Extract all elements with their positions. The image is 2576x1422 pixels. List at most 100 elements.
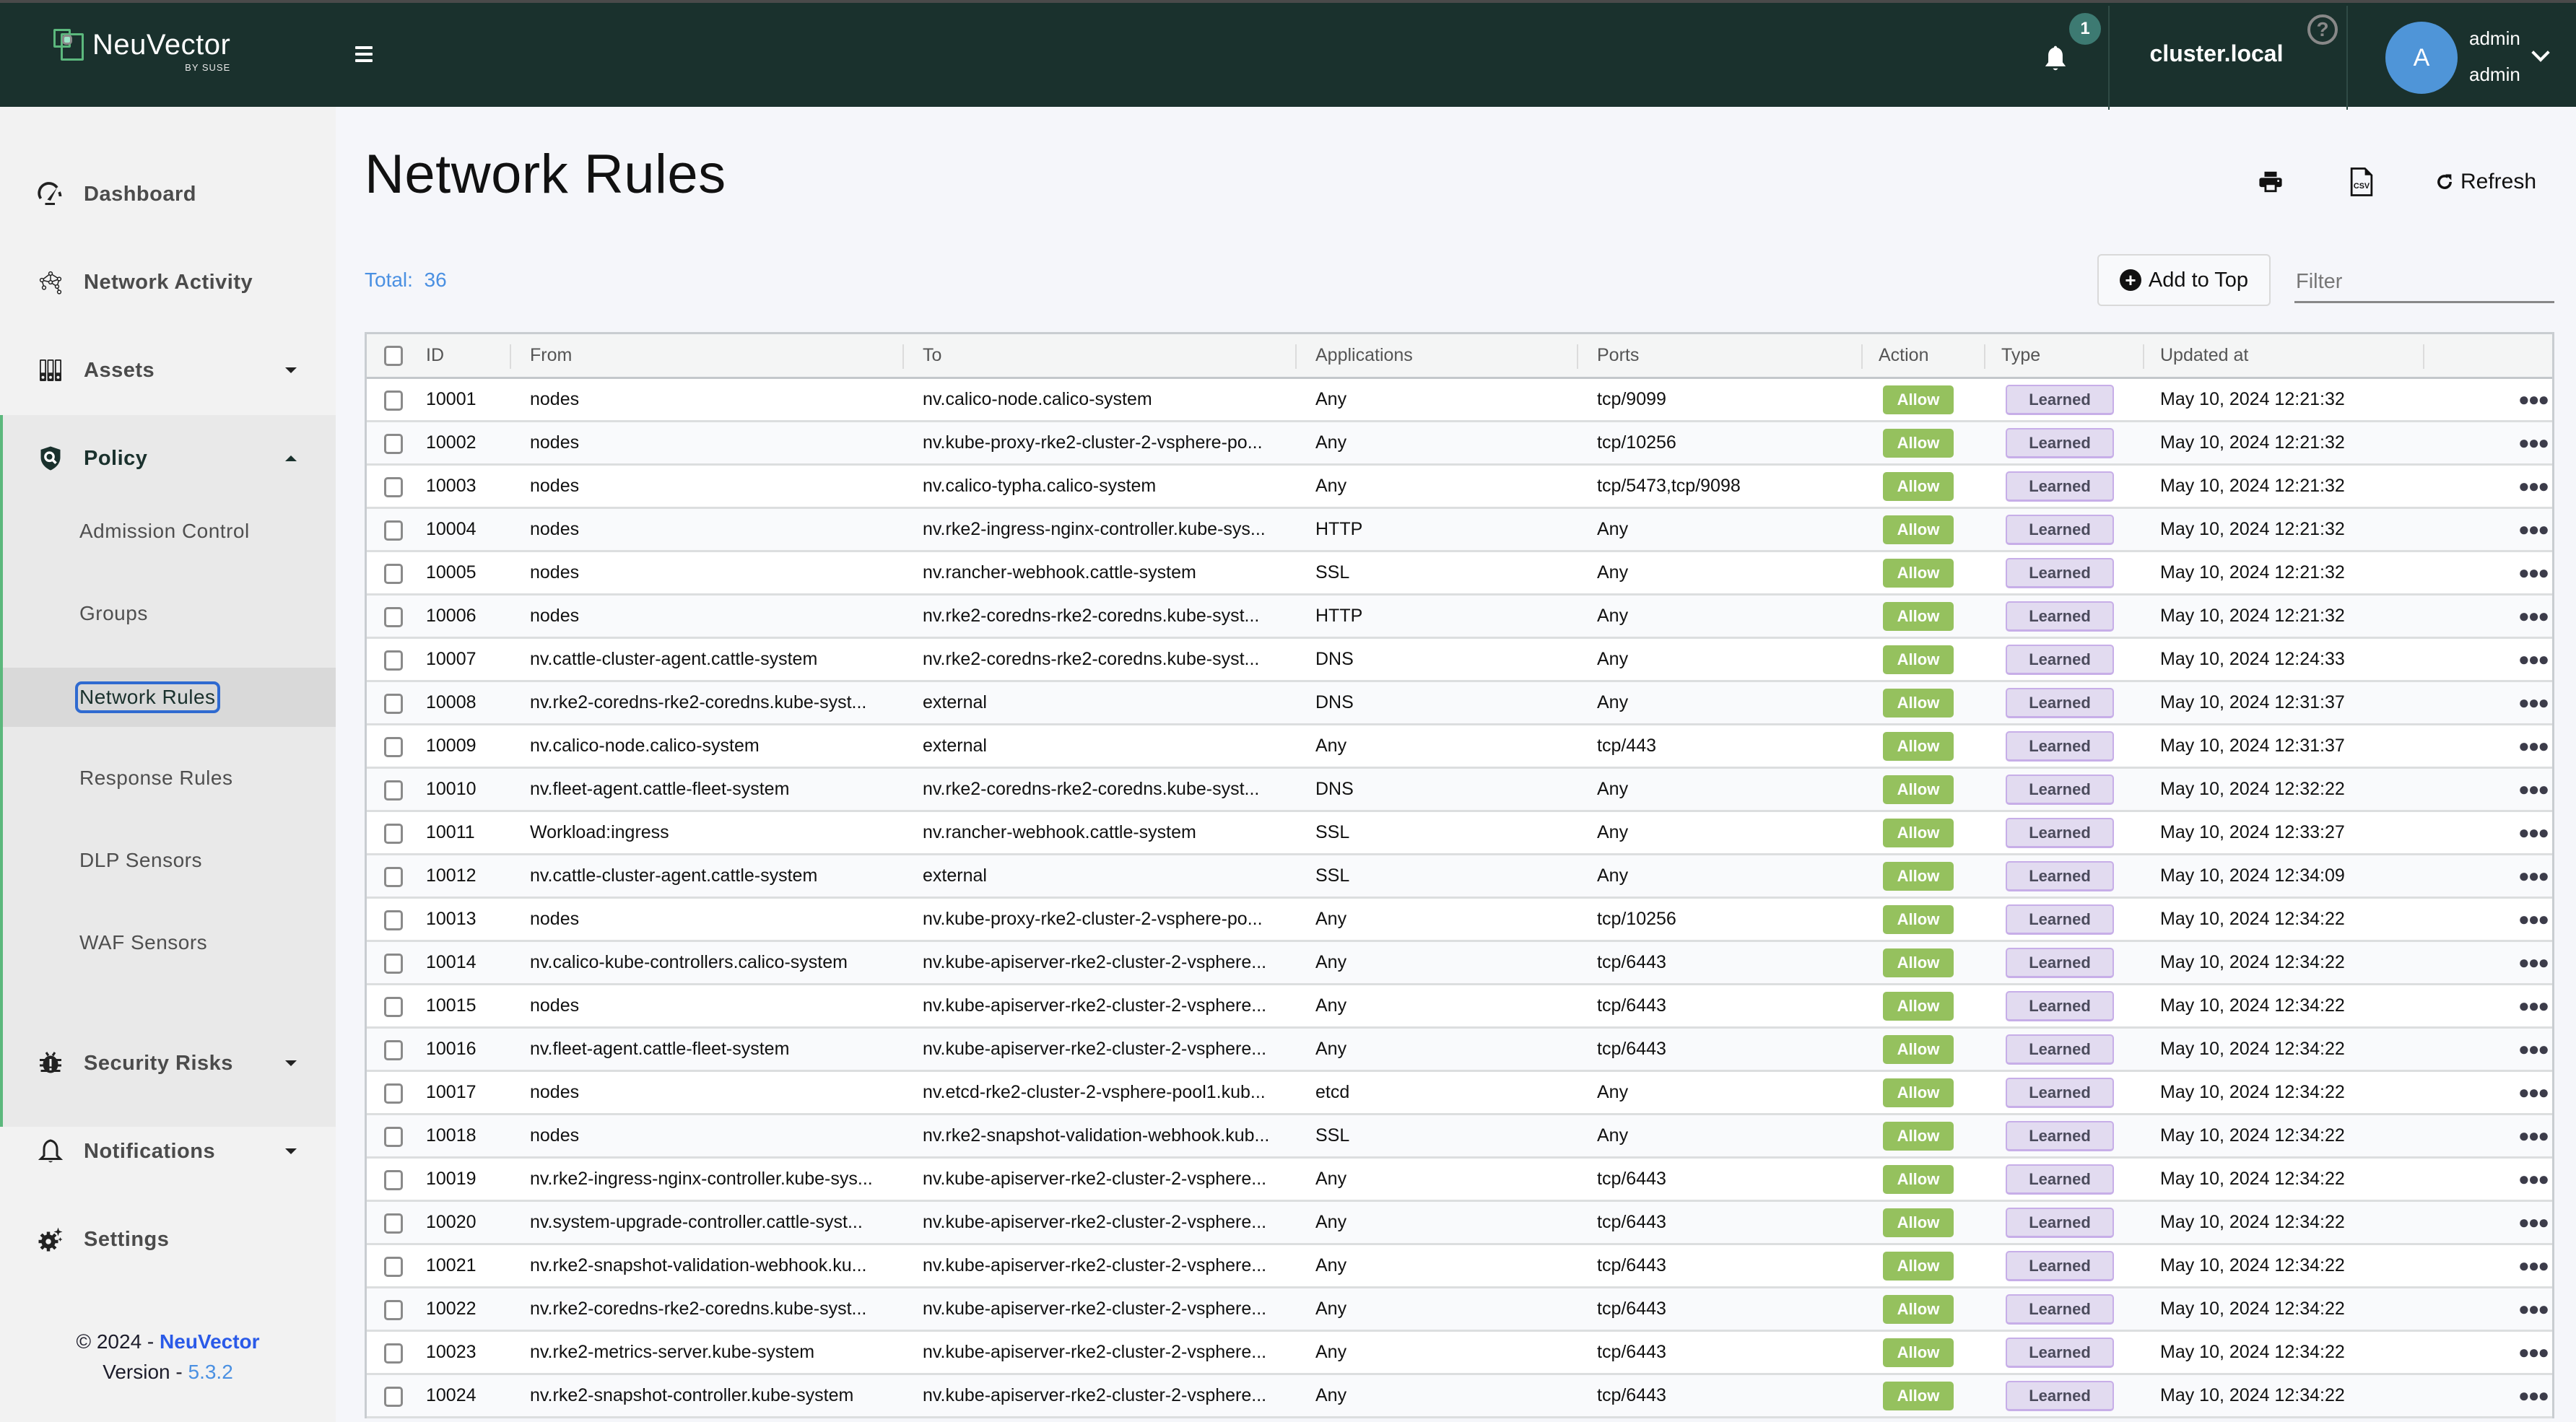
row-more-actions-icon[interactable]: ●●●	[2518, 780, 2549, 798]
row-checkbox[interactable]	[384, 391, 403, 411]
row-checkbox[interactable]	[384, 1040, 403, 1060]
row-checkbox[interactable]	[384, 997, 403, 1017]
version-link[interactable]: 5.3.2	[188, 1361, 233, 1383]
row-checkbox[interactable]	[384, 1213, 403, 1234]
table-row[interactable]: 10012 nv.cattle-cluster-agent.cattle-syst…	[367, 855, 2552, 899]
row-more-actions-icon[interactable]: ●●●	[2518, 650, 2549, 668]
row-checkbox[interactable]	[384, 910, 403, 930]
row-checkbox[interactable]	[384, 564, 403, 584]
column-header-to[interactable]: To	[923, 334, 941, 377]
row-more-actions-icon[interactable]: ●●●	[2518, 1213, 2549, 1231]
sidebar-subitem-network-rules[interactable]: Network Rules	[3, 668, 336, 727]
sidebar-item-dashboard[interactable]: Dashboard	[0, 158, 336, 230]
export-csv-button[interactable]: CSV	[2349, 165, 2374, 199]
row-checkbox[interactable]	[384, 607, 403, 627]
column-header-type[interactable]: Type	[2001, 334, 2040, 377]
row-more-actions-icon[interactable]: ●●●	[2518, 996, 2549, 1015]
hamburger-menu-icon[interactable]	[355, 46, 373, 62]
row-more-actions-icon[interactable]: ●●●	[2518, 823, 2549, 842]
row-checkbox[interactable]	[384, 1300, 403, 1320]
table-row[interactable]: 10015 nodes nv.kube-apiserver-rke2-cluster…	[367, 985, 2552, 1029]
row-more-actions-icon[interactable]: ●●●	[2518, 1126, 2549, 1145]
row-checkbox[interactable]	[384, 1127, 403, 1147]
notification-count-badge[interactable]: 1	[2069, 13, 2101, 45]
print-button[interactable]	[2258, 165, 2283, 199]
select-all-checkbox[interactable]	[384, 345, 403, 366]
row-more-actions-icon[interactable]: ●●●	[2518, 476, 2549, 495]
table-row[interactable]: 10003 nodes nv.calico-typha.calico-system A…	[367, 466, 2552, 509]
sidebar-item-network-activity[interactable]: Network Activity	[0, 246, 336, 318]
table-row[interactable]: 10004 nodes nv.rke2-ingress-nginx-controll…	[367, 509, 2552, 552]
sidebar-item-assets[interactable]: Assets	[0, 334, 336, 406]
row-checkbox[interactable]	[384, 954, 403, 974]
add-to-top-button[interactable]: + Add to Top	[2097, 254, 2271, 306]
sidebar-subitem-groups[interactable]: Groups	[3, 591, 336, 636]
row-checkbox[interactable]	[384, 780, 403, 801]
filter-input[interactable]	[2294, 263, 2554, 303]
sidebar-subitem-admission-control[interactable]: Admission Control	[3, 509, 336, 554]
row-more-actions-icon[interactable]: ●●●	[2518, 606, 2549, 625]
row-more-actions-icon[interactable]: ●●●	[2518, 1343, 2549, 1361]
row-more-actions-icon[interactable]: ●●●	[2518, 693, 2549, 712]
table-row[interactable]: 10022 nv.rke2-coredns-rke2-coredns.kube-s…	[367, 1288, 2552, 1332]
column-header-applications[interactable]: Applications	[1315, 334, 1413, 377]
row-checkbox[interactable]	[384, 1083, 403, 1104]
user-menu-chevron-down-icon[interactable]	[2531, 43, 2550, 62]
row-checkbox[interactable]	[384, 1387, 403, 1407]
row-checkbox[interactable]	[384, 867, 403, 887]
sidebar-item-policy[interactable]: Policy	[0, 422, 336, 494]
table-row[interactable]: 10002 nodes nv.kube-proxy-rke2-cluster-2-v…	[367, 422, 2552, 466]
row-more-actions-icon[interactable]: ●●●	[2518, 866, 2549, 885]
sidebar-subitem-dlp-sensors[interactable]: DLP Sensors	[3, 838, 336, 883]
table-row[interactable]: 10016 nv.fleet-agent.cattle-fleet-system n…	[367, 1029, 2552, 1072]
table-row[interactable]: 10010 nv.fleet-agent.cattle-fleet-system n…	[367, 769, 2552, 812]
row-more-actions-icon[interactable]: ●●●	[2518, 433, 2549, 452]
row-checkbox[interactable]	[384, 650, 403, 671]
table-row[interactable]: 10008 nv.rke2-coredns-rke2-coredns.kube-s…	[367, 682, 2552, 725]
table-row[interactable]: 10011 Workload:ingress nv.rancher-webhook.…	[367, 812, 2552, 855]
table-row[interactable]: 10023 nv.rke2-metrics-server.kube-system n…	[367, 1332, 2552, 1375]
row-more-actions-icon[interactable]: ●●●	[2518, 1386, 2549, 1405]
row-checkbox[interactable]	[384, 694, 403, 714]
table-row[interactable]: 10024 nv.rke2-snapshot-controller.kube-sy…	[367, 1375, 2552, 1418]
row-checkbox[interactable]	[384, 434, 403, 454]
refresh-button[interactable]: Refresh	[2434, 165, 2536, 199]
table-row[interactable]: 10005 nodes nv.rancher-webhook.cattle-syst…	[367, 552, 2552, 596]
table-row[interactable]: 10018 nodes nv.rke2-snapshot-validation-we…	[367, 1115, 2552, 1159]
table-row[interactable]: 10017 nodes nv.etcd-rke2-cluster-2-vsphere…	[367, 1072, 2552, 1115]
table-row[interactable]: 10020 nv.system-upgrade-controller.cattle…	[367, 1202, 2552, 1245]
column-header-ports[interactable]: Ports	[1597, 334, 1639, 377]
row-more-actions-icon[interactable]: ●●●	[2518, 910, 2549, 928]
row-more-actions-icon[interactable]: ●●●	[2518, 520, 2549, 538]
sidebar-item-settings[interactable]: Settings	[0, 1203, 336, 1275]
row-checkbox[interactable]	[384, 737, 403, 757]
table-row[interactable]: 10019 nv.rke2-ingress-nginx-controller.ku…	[367, 1159, 2552, 1202]
row-more-actions-icon[interactable]: ●●●	[2518, 953, 2549, 972]
row-more-actions-icon[interactable]: ●●●	[2518, 1256, 2549, 1275]
column-header-from[interactable]: From	[530, 334, 572, 377]
row-checkbox[interactable]	[384, 1257, 403, 1277]
table-row[interactable]: 10013 nodes nv.kube-proxy-rke2-cluster-2-v…	[367, 899, 2552, 942]
neuvector-logo[interactable]: NeuVector BY SUSE	[53, 29, 230, 73]
row-more-actions-icon[interactable]: ●●●	[2518, 1039, 2549, 1058]
user-avatar[interactable]: A	[2385, 22, 2458, 94]
row-more-actions-icon[interactable]: ●●●	[2518, 1299, 2549, 1318]
sidebar-subitem-response-rules[interactable]: Response Rules	[3, 756, 336, 801]
table-row[interactable]: 10021 nv.rke2-snapshot-validation-webhook…	[367, 1245, 2552, 1288]
column-header-id[interactable]: ID	[426, 334, 444, 377]
sidebar-item-security-risks[interactable]: Security Risks	[0, 1027, 336, 1099]
notification-bell-icon[interactable]	[2043, 45, 2068, 74]
row-more-actions-icon[interactable]: ●●●	[2518, 736, 2549, 755]
column-header-updated-at[interactable]: Updated at	[2160, 334, 2248, 377]
row-more-actions-icon[interactable]: ●●●	[2518, 1083, 2549, 1102]
table-row[interactable]: 10009 nv.calico-node.calico-system externa…	[367, 725, 2552, 769]
sidebar-item-notifications[interactable]: Notifications	[0, 1115, 336, 1187]
row-checkbox[interactable]	[384, 1170, 403, 1190]
row-checkbox[interactable]	[384, 824, 403, 844]
table-row[interactable]: 10001 nodes nv.calico-node.calico-system An…	[367, 379, 2552, 422]
table-row[interactable]: 10006 nodes nv.rke2-coredns-rke2-coredns.k…	[367, 596, 2552, 639]
table-row[interactable]: 10014 nv.calico-kube-controllers.calico-s…	[367, 942, 2552, 985]
sidebar-subitem-waf-sensors[interactable]: WAF Sensors	[3, 920, 336, 965]
row-more-actions-icon[interactable]: ●●●	[2518, 1169, 2549, 1188]
neuvector-link[interactable]: NeuVector	[160, 1330, 260, 1353]
